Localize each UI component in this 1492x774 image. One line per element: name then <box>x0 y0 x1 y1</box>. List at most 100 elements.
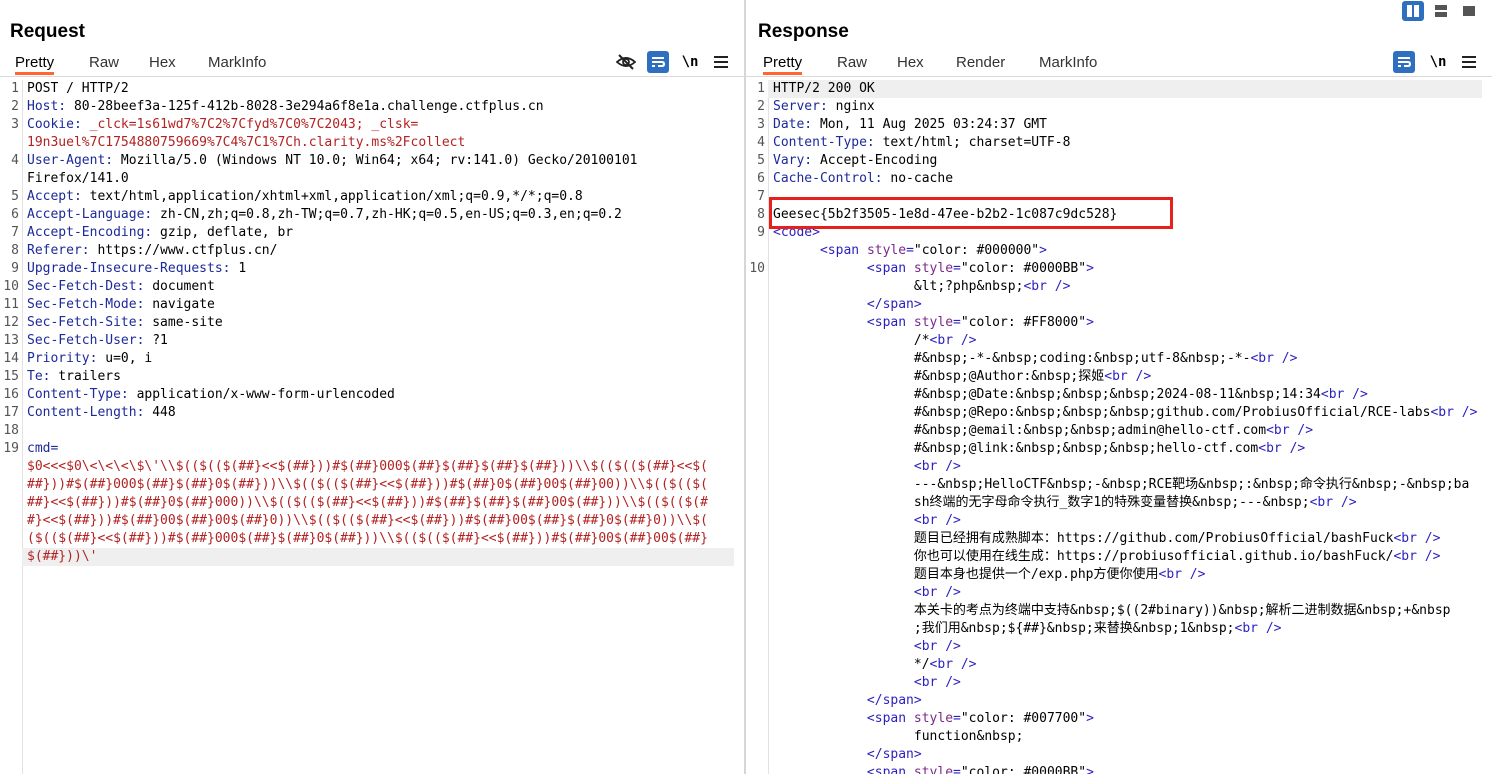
line-number: 5 <box>757 153 765 168</box>
header-key: Server: <box>773 99 828 114</box>
header-key: Accept-Language: <box>27 207 153 222</box>
body-line: ##}<<$(##}))#$(##}0$(##}000))\\$(($(($(#… <box>27 494 708 512</box>
body-value: ##}))#$(##}000$(##}$(##}0$(##}))\\$(($((… <box>27 477 708 492</box>
word-wrap-icon[interactable] <box>1393 51 1415 73</box>
header-value: navigate <box>144 297 215 312</box>
line-number: 15 <box>3 369 19 384</box>
header-value: 448 <box>144 405 176 420</box>
header-value: Accept-Encoding <box>812 153 938 168</box>
request-tab-pretty[interactable]: Pretty <box>15 54 55 75</box>
code-line: Sec-Fetch-Dest: document <box>27 278 215 296</box>
line-number: 6 <box>757 171 765 186</box>
header-key: Content-Length: <box>27 405 145 420</box>
code-line: Content-Type: application/x-www-form-url… <box>27 386 395 404</box>
code-line: sh终端的无字母命令执行_数字1的特殊变量替换&nbsp;---&nbsp;<b… <box>773 494 1357 512</box>
code-line: 你也可以使用在线生成：https://probiusofficial.githu… <box>773 548 1441 566</box>
text: ---&nbsp;HelloCTF&nbsp;-&nbsp;RCE靶场&nbsp… <box>773 477 1470 492</box>
html-tag: <br /> <box>1309 495 1357 510</box>
html-attr-value: "color: #0000BB" <box>960 261 1087 276</box>
text: function&nbsp; <box>773 729 1024 744</box>
request-tab-markinfo[interactable]: MarkInfo <box>208 54 266 71</box>
code-line: cmd= <box>27 440 58 458</box>
header-value: application/x-www-form-urlencoded <box>128 387 395 402</box>
header-key: Te: <box>27 369 51 384</box>
body-value: ($(($(##}<<$(##}))#$(##}000$(##}$(##}0$(… <box>27 531 708 546</box>
line-number: 7 <box>11 225 19 240</box>
header-value: gzip, deflate, br <box>152 225 294 240</box>
html-tag: <span <box>866 765 914 774</box>
code-line: ---&nbsp;HelloCTF&nbsp;-&nbsp;RCE靶场&nbsp… <box>773 476 1469 494</box>
request-title: Request <box>10 21 85 42</box>
text: sh终端的无字母命令执行_数字1的特殊变量替换&nbsp;---&nbsp; <box>773 495 1310 510</box>
html-attr: style <box>913 711 954 726</box>
body-line: ($(($(##}<<$(##}))#$(##}000$(##}$(##}0$(… <box>27 530 708 548</box>
html-attr-value: "color: #0000BB" <box>960 765 1087 774</box>
code-line: Date: Mon, 11 Aug 2025 03:24:37 GMT <box>773 116 1047 134</box>
newline-toggle[interactable]: \n <box>678 50 702 74</box>
request-editor[interactable]: 1 2 3 4 5 6 7 8 9 10 11 12 13 14 15 16 17 18 19 POST / HTT… <box>0 80 744 774</box>
header-value: trailers <box>50 369 121 384</box>
request-tab-hex[interactable]: Hex <box>149 54 176 71</box>
eye-off-icon[interactable] <box>614 50 638 74</box>
header-key: Cache-Control: <box>773 171 883 186</box>
line-number: 3 <box>757 117 765 132</box>
code-line: <span style="color: #007700"> <box>773 710 1094 728</box>
header-value: https://www.ctfplus.cn/ <box>89 243 278 258</box>
line-number: 11 <box>3 297 19 312</box>
request-tab-raw[interactable]: Raw <box>89 54 119 71</box>
request-toolbar: \n <box>614 50 734 74</box>
header-key: Accept: <box>27 189 82 204</box>
header-key: cmd= <box>27 441 59 456</box>
html-tag: <br /> <box>929 657 977 672</box>
code-line: 19n3uel%7C1754880759669%7C4%7C1%7Ch.clar… <box>27 134 465 152</box>
html-attr-value: "color: #FF8000" <box>960 315 1087 330</box>
header-key: Sec-Fetch-User: <box>27 333 145 348</box>
code-line: <span style="color: #0000BB"> <box>773 764 1094 774</box>
code-line: 题目本身也提供一个/exp.php方便你使用<br /> <box>773 566 1206 584</box>
header-value: u=0, i <box>97 351 153 366</box>
html-attr: style <box>913 315 954 330</box>
html-tag: > <box>1086 261 1094 276</box>
response-tabs: Pretty Raw Hex Render MarkInfo <box>746 52 1492 77</box>
response-tab-pretty[interactable]: Pretty <box>763 54 803 75</box>
text <box>773 513 914 528</box>
code-line: </span> <box>773 746 922 764</box>
single-pane-icon[interactable] <box>1458 1 1480 21</box>
word-wrap-icon[interactable] <box>647 51 669 73</box>
response-tab-hex[interactable]: Hex <box>897 54 924 71</box>
code-line: Content-Type: text/html; charset=UTF-8 <box>773 134 1070 152</box>
response-editor[interactable]: 1 2 3 4 5 6 7 8 9 10 HTTP/2 200 OK Server: nginx Da… <box>746 80 1492 774</box>
line-number: 9 <box>757 225 765 240</box>
line-number: 12 <box>3 315 19 330</box>
response-tab-markinfo[interactable]: MarkInfo <box>1039 54 1097 71</box>
header-value: text/html; charset=UTF-8 <box>874 135 1071 150</box>
html-tag: <span <box>866 711 914 726</box>
code-line: Sec-Fetch-Site: same-site <box>27 314 223 332</box>
response-tab-render[interactable]: Render <box>956 54 1005 71</box>
code-line: #&nbsp;@Author:&nbsp;探姬<br /> <box>773 368 1151 386</box>
code-line: <span style="color: #000000"> <box>773 242 1047 260</box>
text: 题目已经拥有成熟脚本：https://github.com/ProbiusOff… <box>773 531 1394 546</box>
html-tag: </span> <box>866 297 922 312</box>
split-horizontal-icon[interactable] <box>1402 1 1424 21</box>
header-value: document <box>144 279 215 294</box>
body-line: ##}))#$(##}000$(##}$(##}0$(##}))\\$(($((… <box>27 476 708 494</box>
line-number: 8 <box>11 243 19 258</box>
response-tab-raw[interactable]: Raw <box>837 54 867 71</box>
header-value: POST / HTTP/2 <box>27 81 129 96</box>
header-value: Mon, 11 Aug 2025 03:24:37 GMT <box>812 117 1047 132</box>
newline-toggle[interactable]: \n <box>1426 50 1450 74</box>
menu-icon[interactable] <box>1457 50 1481 74</box>
line-number: 7 <box>757 189 765 204</box>
header-key: Priority: <box>27 351 98 366</box>
menu-icon[interactable] <box>709 50 733 74</box>
split-vertical-icon[interactable] <box>1430 1 1452 21</box>
code-line: <br /> <box>773 512 961 530</box>
code-line: Vary: Accept-Encoding <box>773 152 937 170</box>
header-key: Upgrade-Insecure-Requests: <box>27 261 231 276</box>
